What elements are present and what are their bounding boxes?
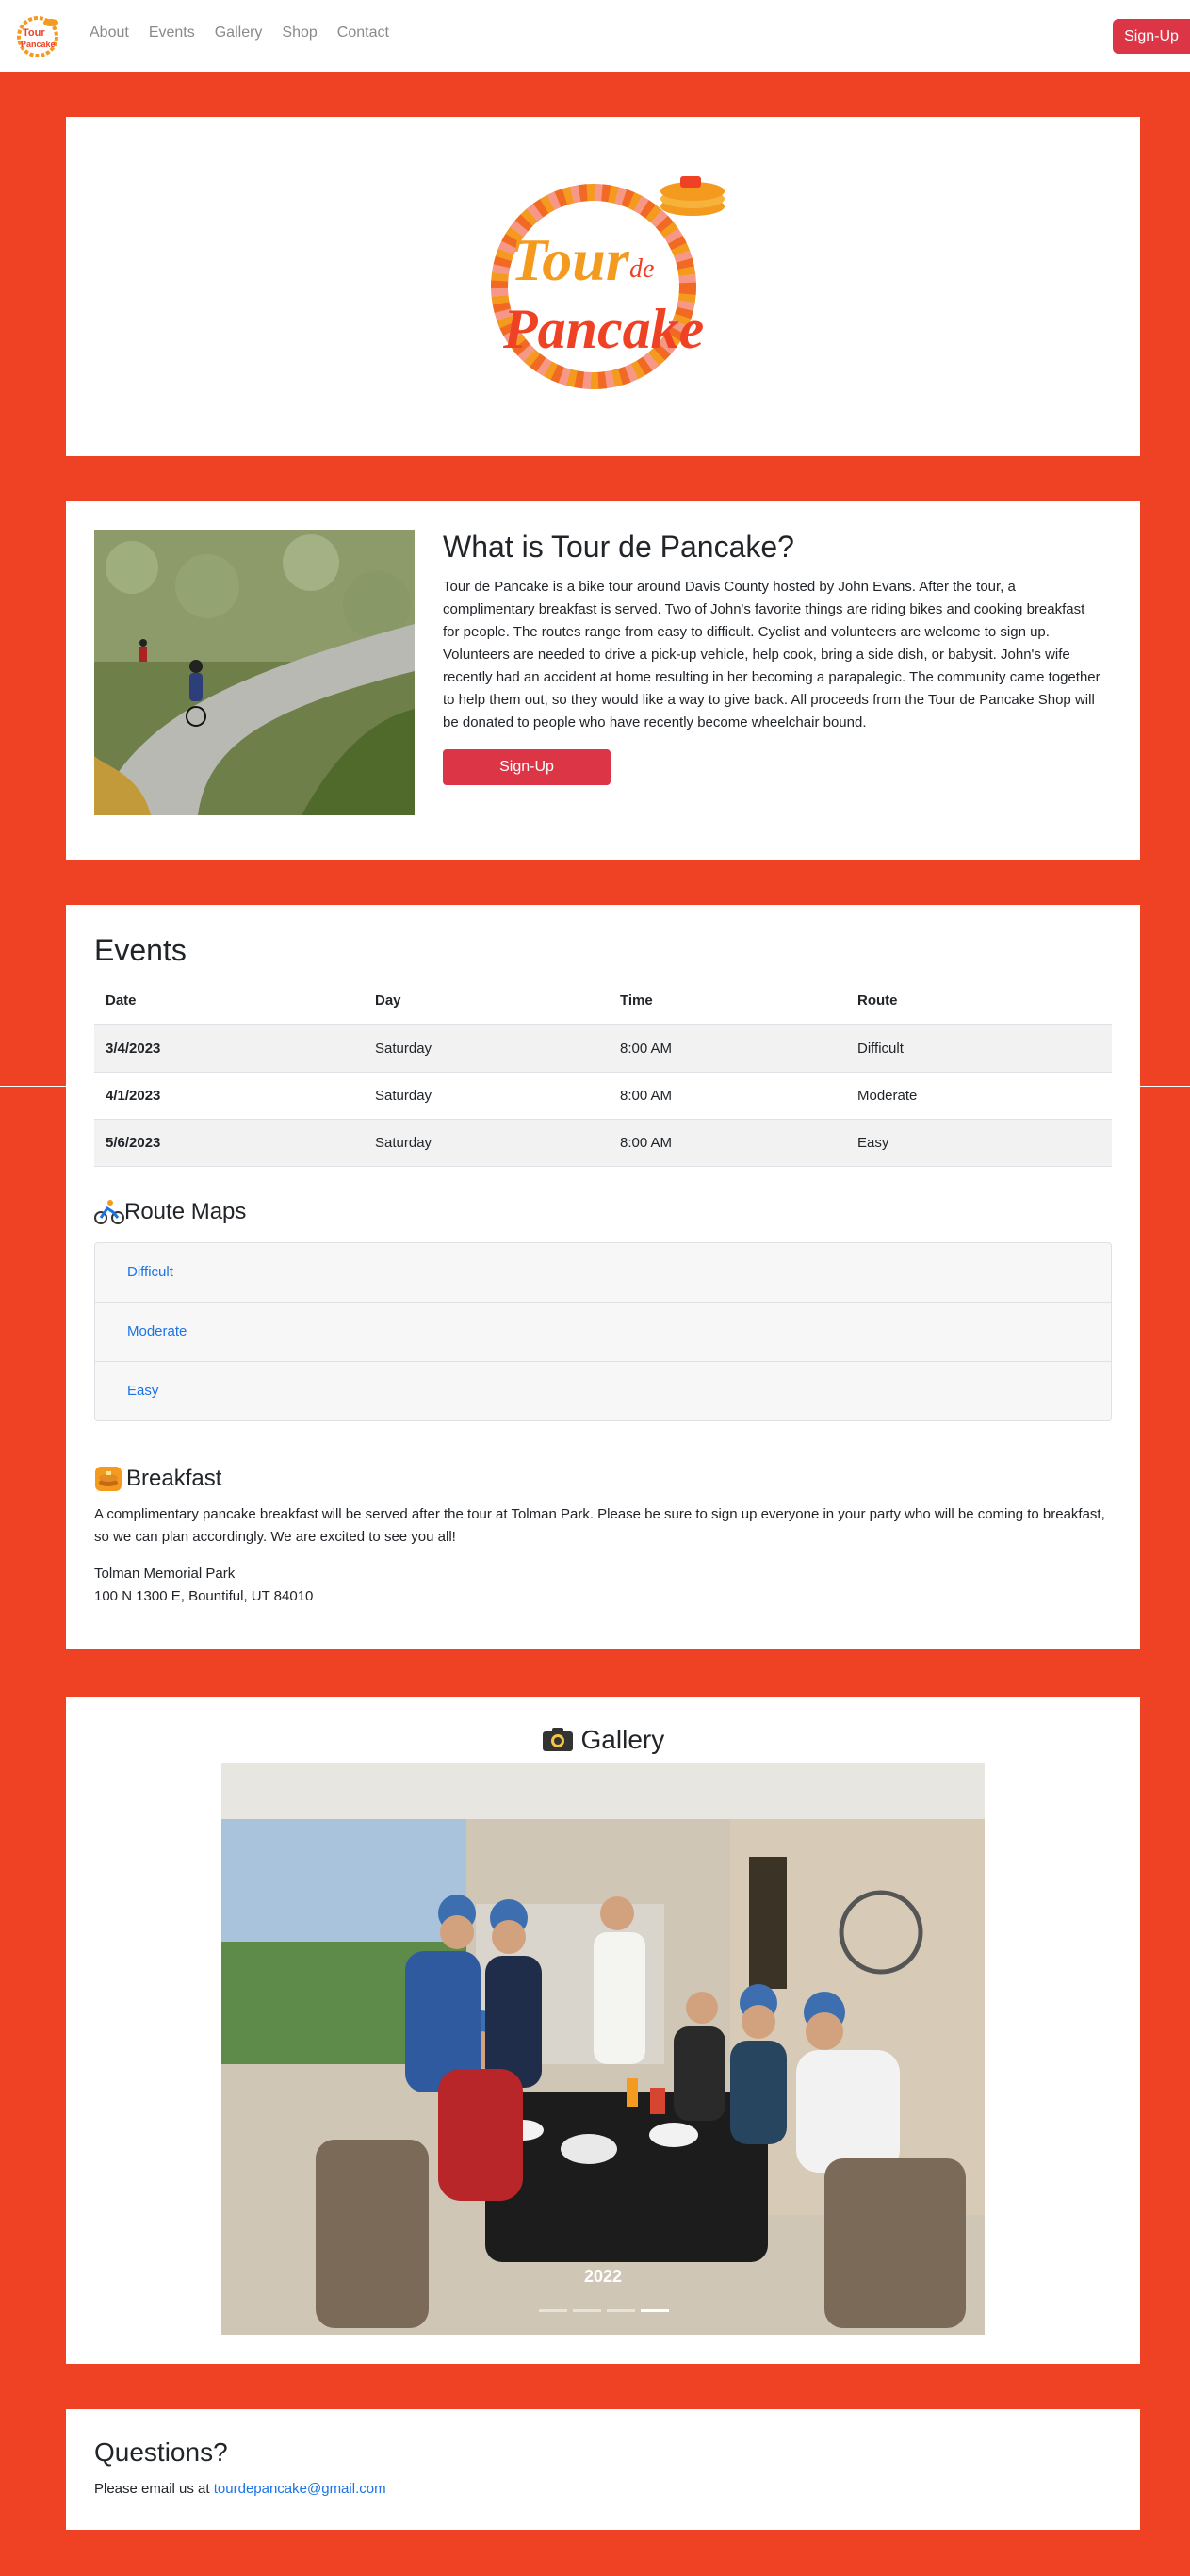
svg-text:Tour: Tour [511, 226, 630, 293]
header-date: Date [94, 976, 364, 1025]
carousel-indicator[interactable] [573, 2309, 601, 2312]
event-route: Easy [846, 1119, 1112, 1167]
event-time: 8:00 AM [609, 1072, 846, 1120]
brand-logo-icon[interactable]: Tour Pancake [15, 13, 64, 58]
cyclist-icon [94, 1200, 124, 1224]
event-date: 5/6/2023 [94, 1119, 364, 1167]
cyclist-road-photo [94, 530, 415, 815]
nav-link-contact[interactable]: Contact [337, 25, 389, 41]
events-table-header: Date Day Time Route [94, 976, 1112, 1025]
event-day: Saturday [364, 1119, 609, 1167]
nav-links: About Events Gallery Shop Contact [90, 25, 409, 41]
route-maps-heading: Route Maps [94, 1199, 246, 1225]
route-link-easy[interactable]: Easy [95, 1362, 1111, 1420]
address-line-2: 100 N 1300 E, Bountiful, UT 84010 [94, 1588, 314, 1604]
event-day: Saturday [364, 1025, 609, 1073]
questions-section: Questions? Please email us at tourdepanc… [66, 2409, 1140, 2530]
nav-signup-button[interactable]: Sign-Up [1113, 19, 1190, 54]
breakfast-address: Tolman Memorial Park 100 N 1300 E, Bount… [94, 1563, 313, 1608]
group-breakfast-photo [221, 1763, 985, 2335]
gallery-section: Gallery 2022 [66, 1697, 1140, 2364]
event-time: 8:00 AM [609, 1025, 846, 1073]
about-section: What is Tour de Pancake? Tour de Pancake… [66, 501, 1140, 860]
events-table: Date Day Time Route 3/4/2023 Saturday 8:… [94, 976, 1112, 1167]
route-link-difficult[interactable]: Difficult [95, 1243, 1111, 1303]
carousel-caption: 2022 [583, 2267, 623, 2286]
carousel-indicators [539, 2309, 669, 2312]
breakfast-title: Breakfast [126, 1466, 222, 1491]
events-section: Events Date Day Time Route 3/4/2023 Satu… [66, 905, 1140, 1649]
route-link-moderate[interactable]: Moderate [95, 1303, 1111, 1362]
hero-logo-card: Tour de Pancake [66, 117, 1140, 456]
gallery-title: Gallery [580, 1725, 665, 1754]
carousel-indicator[interactable] [539, 2309, 567, 2312]
questions-title: Questions? [94, 2437, 228, 2467]
svg-text:de: de [629, 254, 654, 284]
carousel-indicator[interactable] [607, 2309, 635, 2312]
event-date: 4/1/2023 [94, 1072, 364, 1120]
about-signup-button[interactable]: Sign-Up [443, 749, 611, 785]
nav-link-events[interactable]: Events [149, 25, 195, 41]
table-row: 3/4/2023 Saturday 8:00 AM Difficult [94, 1025, 1112, 1073]
about-title: What is Tour de Pancake? [443, 530, 794, 564]
event-day: Saturday [364, 1072, 609, 1120]
top-navbar: Tour Pancake About Events Gallery Shop C… [0, 0, 1190, 72]
questions-text: Please email us at tourdepancake@gmail.c… [94, 2481, 386, 2497]
header-route: Route [846, 976, 1112, 1025]
header-day: Day [364, 976, 609, 1025]
pancakes-icon [95, 1467, 122, 1491]
tour-de-pancake-logo: Tour de Pancake [491, 176, 725, 389]
route-maps-list: Difficult Moderate Easy [94, 1242, 1112, 1421]
svg-text:Pancake: Pancake [21, 40, 56, 49]
route-maps-title: Route Maps [124, 1199, 247, 1224]
events-title: Events [94, 933, 187, 967]
nav-link-about[interactable]: About [90, 25, 129, 41]
about-description: Tour de Pancake is a bike tour around Da… [443, 579, 1100, 730]
svg-text:Tour: Tour [23, 27, 45, 39]
header-time: Time [609, 976, 846, 1025]
carousel-indicator-active[interactable] [641, 2309, 669, 2312]
address-line-1: Tolman Memorial Park [94, 1566, 236, 1582]
questions-prompt: Please email us at [94, 2481, 210, 2497]
event-route: Difficult [846, 1025, 1112, 1073]
camera-icon [542, 1728, 573, 1751]
nav-link-gallery[interactable]: Gallery [215, 25, 263, 41]
breakfast-heading: Breakfast [94, 1466, 221, 1492]
about-text-block: What is Tour de Pancake? Tour de Pancake… [443, 530, 1102, 785]
event-route: Moderate [846, 1072, 1112, 1120]
divider-right [1124, 1086, 1190, 1087]
table-row: 4/1/2023 Saturday 8:00 AM Moderate [94, 1072, 1112, 1120]
event-time: 8:00 AM [609, 1119, 846, 1167]
contact-email-link[interactable]: tourdepancake@gmail.com [214, 2481, 386, 2497]
nav-link-shop[interactable]: Shop [282, 25, 317, 41]
breakfast-description: A complimentary pancake breakfast will b… [94, 1506, 1105, 1545]
divider-left [0, 1086, 66, 1087]
svg-text:Pancake: Pancake [502, 298, 704, 360]
gallery-carousel[interactable]: 2022 [221, 1763, 985, 2335]
event-date: 3/4/2023 [94, 1025, 364, 1073]
table-row: 5/6/2023 Saturday 8:00 AM Easy [94, 1119, 1112, 1167]
gallery-heading: Gallery [66, 1725, 1140, 1755]
